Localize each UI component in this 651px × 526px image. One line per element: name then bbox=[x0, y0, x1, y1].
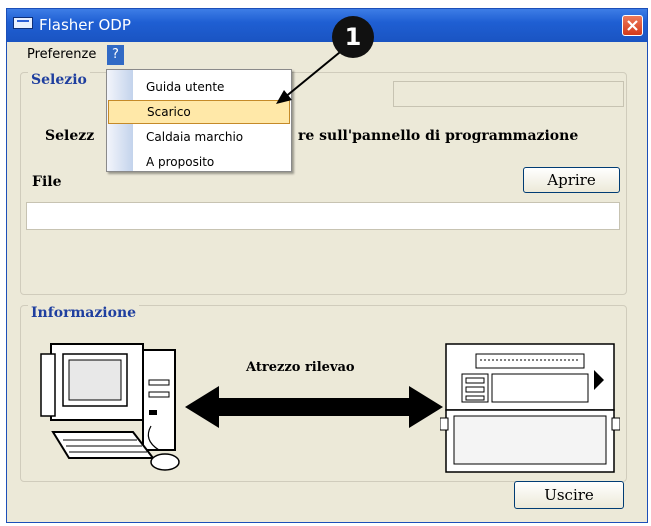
callout-number-badge: 1 bbox=[332, 16, 374, 58]
callout-arrow bbox=[276, 47, 346, 104]
